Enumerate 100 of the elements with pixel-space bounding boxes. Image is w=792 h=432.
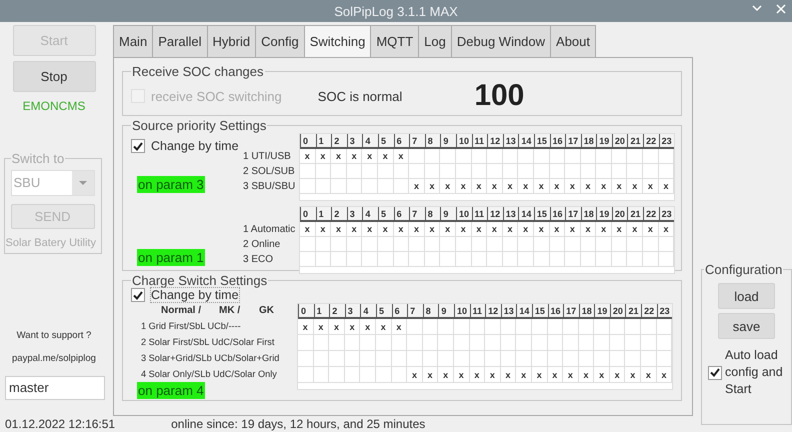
hour-cell[interactable] (360, 367, 376, 383)
hour-cell[interactable] (438, 319, 454, 335)
hour-cell[interactable] (409, 164, 425, 179)
hour-cell[interactable] (454, 335, 470, 351)
hour-cell[interactable]: x (580, 179, 596, 194)
hour-cell[interactable] (565, 164, 581, 179)
hour-cell[interactable]: x (534, 179, 550, 194)
hour-cell[interactable]: x (518, 222, 534, 237)
hour-cell[interactable] (316, 237, 332, 252)
hour-cell[interactable] (627, 149, 644, 164)
hour-cell[interactable]: x (438, 367, 454, 383)
hour-cell[interactable]: x (565, 222, 581, 237)
hour-cell[interactable] (407, 351, 423, 367)
hour-cell[interactable] (362, 164, 378, 179)
hour-cell[interactable]: x (534, 222, 550, 237)
hour-cell[interactable] (331, 252, 347, 267)
hour-cell[interactable] (376, 351, 392, 367)
hour-cell[interactable]: x (440, 179, 456, 194)
hour-cell[interactable]: x (563, 367, 579, 383)
hour-cell[interactable]: x (378, 149, 394, 164)
hour-cell[interactable] (578, 319, 594, 335)
hour-cell[interactable]: x (392, 319, 408, 335)
hour-cell[interactable] (344, 351, 360, 367)
hour-cell[interactable] (485, 351, 501, 367)
hour-cell[interactable]: x (472, 222, 488, 237)
hour-cell[interactable] (440, 164, 456, 179)
hour-cell[interactable] (596, 164, 612, 179)
hour-cell[interactable] (394, 252, 410, 267)
hour-cell[interactable]: x (362, 222, 378, 237)
hour-cell[interactable] (500, 335, 516, 351)
hour-cell[interactable] (610, 319, 626, 335)
hour-cell[interactable] (518, 252, 534, 267)
hour-cell[interactable] (532, 319, 548, 335)
hour-cell[interactable] (456, 252, 472, 267)
hour-cell[interactable]: x (407, 367, 423, 383)
hour-cell[interactable] (316, 179, 332, 194)
hour-cell[interactable] (627, 237, 644, 252)
hour-cell[interactable]: x (329, 319, 345, 335)
hour-cell[interactable] (548, 351, 564, 367)
hour-cell[interactable] (612, 149, 628, 164)
hour-cell[interactable] (424, 252, 440, 267)
hour-cell[interactable]: x (487, 222, 503, 237)
hour-cell[interactable] (438, 351, 454, 367)
hour-cell[interactable] (440, 149, 456, 164)
tab[interactable]: Hybrid (206, 25, 256, 57)
hour-cell[interactable] (392, 367, 408, 383)
hour-cell[interactable] (580, 164, 596, 179)
hour-cell[interactable]: x (456, 179, 472, 194)
hour-cell[interactable]: x (424, 179, 440, 194)
hour-cell[interactable] (502, 237, 518, 252)
hour-cell[interactable]: x (344, 319, 360, 335)
hour-cell[interactable] (316, 164, 332, 179)
hour-cell[interactable] (534, 149, 550, 164)
hour-cell[interactable] (456, 237, 472, 252)
hour-cell[interactable] (658, 149, 674, 164)
hour-cell[interactable] (612, 237, 628, 252)
hour-cell[interactable] (472, 252, 488, 267)
hour-cell[interactable] (392, 335, 408, 351)
hour-cell[interactable] (612, 252, 628, 267)
hour-cell[interactable] (298, 351, 314, 367)
hour-cell[interactable] (594, 319, 610, 335)
hour-cell[interactable] (485, 335, 501, 351)
hour-cell[interactable] (376, 335, 392, 351)
hour-cell[interactable] (580, 149, 596, 164)
hour-cell[interactable]: x (314, 319, 330, 335)
hour-cell[interactable] (641, 319, 657, 335)
hour-cell[interactable] (456, 164, 472, 179)
hour-cell[interactable] (596, 149, 612, 164)
hour-cell[interactable] (298, 335, 314, 351)
hour-cell[interactable]: x (316, 222, 332, 237)
hour-cell[interactable] (658, 237, 674, 252)
hour-cell[interactable] (518, 164, 534, 179)
hour-cell[interactable] (409, 149, 425, 164)
tab[interactable]: Parallel (152, 25, 208, 57)
hour-cell[interactable] (346, 179, 362, 194)
hour-cell[interactable] (314, 351, 330, 367)
change-checkbox[interactable] (131, 139, 145, 153)
hour-cell[interactable] (578, 351, 594, 367)
config-button[interactable]: save (718, 313, 775, 339)
hour-cell[interactable] (316, 252, 332, 267)
hour-cell[interactable]: x (376, 319, 392, 335)
hour-cell[interactable]: x (362, 149, 378, 164)
hour-cell[interactable]: x (580, 222, 596, 237)
hour-cell[interactable] (596, 237, 612, 252)
tab[interactable]: MQTT (370, 25, 420, 57)
hour-cell[interactable]: x (625, 367, 642, 383)
hour-cell[interactable] (331, 237, 347, 252)
hour-cell[interactable] (394, 179, 410, 194)
hour-cell[interactable] (300, 179, 316, 194)
hour-cell[interactable] (407, 335, 423, 351)
tab[interactable]: Switching (304, 25, 372, 57)
hour-cell[interactable]: x (485, 367, 501, 383)
hour-cell[interactable] (378, 252, 394, 267)
hour-cell[interactable]: x (502, 222, 518, 237)
hour-cell[interactable]: x (502, 179, 518, 194)
hour-cell[interactable] (470, 335, 486, 351)
hour-cell[interactable] (438, 335, 454, 351)
hour-cell[interactable] (594, 335, 610, 351)
hour-cell[interactable] (643, 164, 659, 179)
hour-cell[interactable]: x (596, 222, 612, 237)
